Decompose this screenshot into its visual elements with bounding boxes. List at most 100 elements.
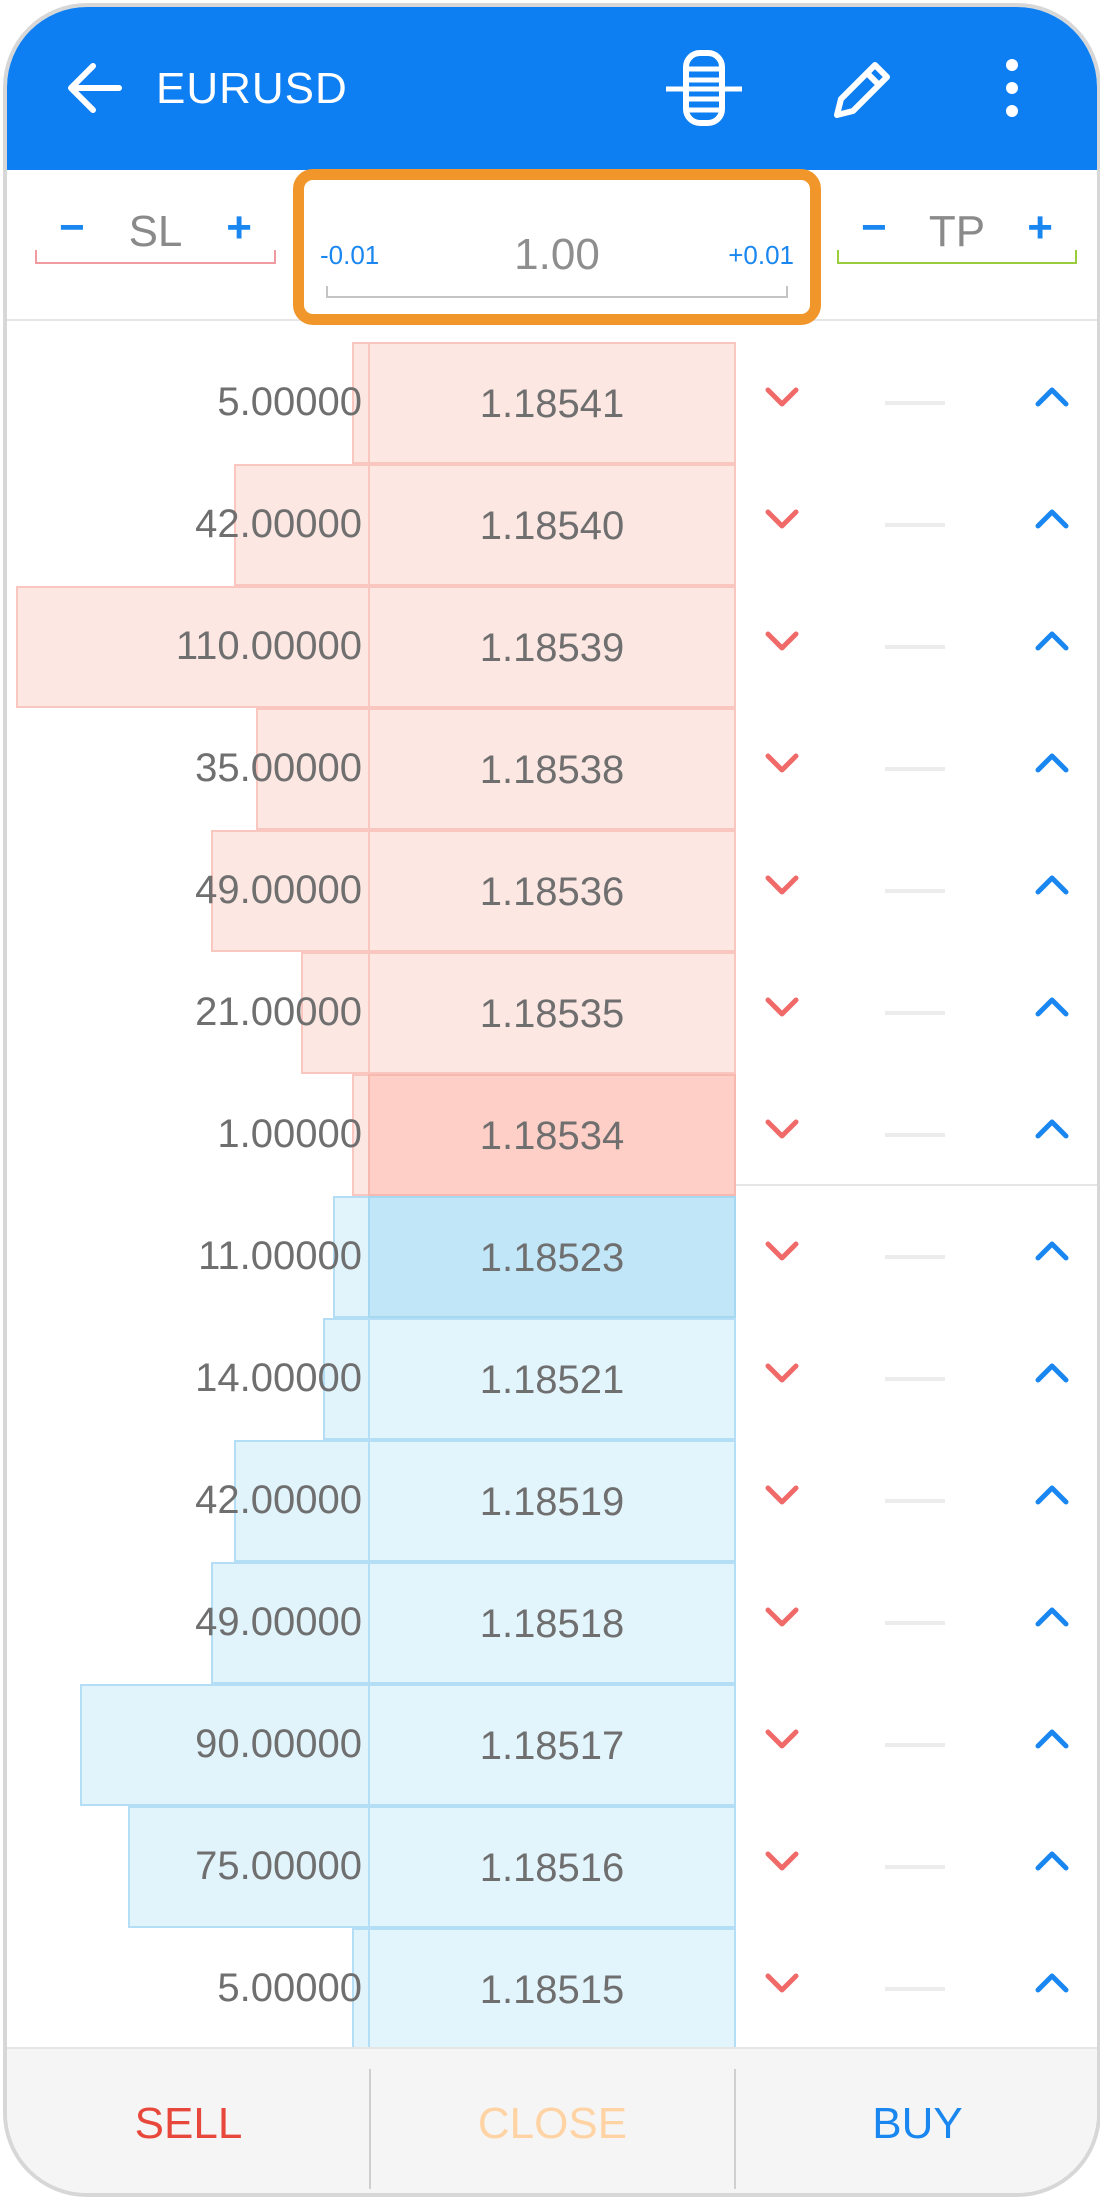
position-dash — [885, 1987, 945, 1991]
ask-row: 1.18541 5.00000 — [7, 342, 1097, 464]
buy-button[interactable]: BUY — [736, 2049, 1097, 2193]
price-level: 1.18540 — [479, 504, 625, 548]
volume-amount: 5.00000 — [217, 1966, 362, 2010]
position-dash — [885, 1865, 945, 1869]
sell-limit-chevron-down-icon[interactable] — [762, 1846, 802, 1876]
volume-amount: 21.00000 — [195, 990, 362, 1034]
sell-limit-chevron-down-icon[interactable] — [762, 1114, 802, 1144]
buy-limit-chevron-up-icon[interactable] — [1032, 1968, 1072, 1998]
price-level: 1.18519 — [479, 1480, 625, 1524]
price-level: 1.18516 — [479, 1846, 625, 1890]
ask-row: 1.18534 1.00000 — [7, 1074, 1097, 1196]
sell-limit-chevron-down-icon[interactable] — [762, 504, 802, 534]
price-level: 1.18539 — [479, 626, 625, 670]
bid-row: 1.18519 42.00000 — [7, 1440, 1097, 1562]
price-level: 1.18521 — [479, 1358, 625, 1402]
sell-limit-chevron-down-icon[interactable] — [762, 1358, 802, 1388]
volume-amount: 1.00000 — [217, 1112, 362, 1156]
position-dash — [885, 1011, 945, 1015]
bid-row: 1.18515 5.00000 — [7, 1928, 1097, 2050]
price-cell: 1.18540 — [368, 464, 736, 586]
price-cell: 1.18536 — [368, 830, 736, 952]
price-cell: 1.18523 — [368, 1196, 736, 1318]
volume-amount: 42.00000 — [195, 502, 362, 546]
position-dash — [885, 645, 945, 649]
volume-amount: 42.00000 — [195, 1478, 362, 1522]
buy-limit-chevron-up-icon[interactable] — [1032, 1480, 1072, 1510]
buy-limit-chevron-up-icon[interactable] — [1032, 870, 1072, 900]
sell-limit-chevron-down-icon[interactable] — [762, 870, 802, 900]
position-dash — [885, 889, 945, 893]
buy-limit-chevron-up-icon[interactable] — [1032, 1846, 1072, 1876]
tp-plus-button[interactable]: + — [1027, 200, 1053, 256]
back-arrow-icon[interactable] — [65, 53, 125, 123]
sell-limit-chevron-down-icon[interactable] — [762, 626, 802, 656]
ask-row: 1.18536 49.00000 — [7, 830, 1097, 952]
position-dash — [885, 523, 945, 527]
symbol-title: EURUSD — [156, 64, 348, 113]
price-cell: 1.18541 — [368, 342, 736, 464]
buy-limit-chevron-up-icon[interactable] — [1032, 992, 1072, 1022]
volume-highlight-box: -0.01 1.00 +0.01 — [293, 169, 821, 325]
volume-amount: 90.00000 — [195, 1722, 362, 1766]
sell-limit-chevron-down-icon[interactable] — [762, 1602, 802, 1632]
buy-limit-chevron-up-icon[interactable] — [1032, 504, 1072, 534]
depth-of-market-icon[interactable] — [664, 47, 744, 129]
price-cell: 1.18518 — [368, 1562, 736, 1684]
price-cell: 1.18521 — [368, 1318, 736, 1440]
buy-limit-chevron-up-icon[interactable] — [1032, 626, 1072, 656]
sell-limit-chevron-down-icon[interactable] — [762, 382, 802, 412]
sl-plus-button[interactable]: + — [226, 200, 252, 256]
bid-row: 1.18521 14.00000 — [7, 1318, 1097, 1440]
close-button[interactable]: CLOSE — [371, 2049, 734, 2193]
price-level: 1.18535 — [479, 992, 625, 1036]
sell-limit-chevron-down-icon[interactable] — [762, 748, 802, 778]
sell-limit-chevron-down-icon[interactable] — [762, 1480, 802, 1510]
sell-limit-chevron-down-icon[interactable] — [762, 1724, 802, 1754]
buy-limit-chevron-up-icon[interactable] — [1032, 1114, 1072, 1144]
sell-limit-chevron-down-icon[interactable] — [762, 992, 802, 1022]
phone-frame: EURUSD − SL + − TP + -0.01 1.00 +0.01 1.… — [3, 3, 1100, 2197]
buy-limit-chevron-up-icon[interactable] — [1032, 382, 1072, 412]
app-header: EURUSD — [7, 7, 1097, 170]
price-cell: 1.18535 — [368, 952, 736, 1074]
price-level: 1.18538 — [479, 748, 625, 792]
price-level: 1.18517 — [479, 1724, 625, 1768]
price-level: 1.18541 — [479, 382, 625, 426]
volume-amount: 35.00000 — [195, 746, 362, 790]
more-vertical-icon[interactable] — [1000, 57, 1024, 119]
price-cell: 1.18515 — [368, 1928, 736, 2050]
depth-of-market-book: 1.18541 5.00000 1.18540 42.00000 1.18539 110.… — [7, 342, 1097, 2050]
price-level: 1.18515 — [479, 1968, 625, 2012]
sell-limit-chevron-down-icon[interactable] — [762, 1236, 802, 1266]
stop-loss-control: − SL + — [35, 200, 276, 264]
price-cell: 1.18519 — [368, 1440, 736, 1562]
position-dash — [885, 1499, 945, 1503]
bid-row: 1.18517 90.00000 — [7, 1684, 1097, 1806]
volume-increase-button[interactable]: +0.01 — [728, 240, 794, 270]
trade-footer: SELL CLOSE BUY — [7, 2047, 1097, 2193]
buy-limit-chevron-up-icon[interactable] — [1032, 1236, 1072, 1266]
volume-amount: 49.00000 — [195, 868, 362, 912]
ask-row: 1.18540 42.00000 — [7, 464, 1097, 586]
price-level: 1.18534 — [479, 1114, 625, 1158]
buy-limit-chevron-up-icon[interactable] — [1032, 748, 1072, 778]
position-dash — [885, 1743, 945, 1747]
bid-row: 1.18523 11.00000 — [7, 1196, 1097, 1318]
buy-limit-chevron-up-icon[interactable] — [1032, 1358, 1072, 1388]
buy-limit-chevron-up-icon[interactable] — [1032, 1602, 1072, 1632]
ask-row: 1.18538 35.00000 — [7, 708, 1097, 830]
sell-button[interactable]: SELL — [7, 2049, 370, 2193]
volume-amount: 75.00000 — [195, 1844, 362, 1888]
price-level: 1.18518 — [479, 1602, 625, 1646]
price-cell: 1.18516 — [368, 1806, 736, 1928]
volume-underline — [326, 286, 788, 298]
buy-limit-chevron-up-icon[interactable] — [1032, 1724, 1072, 1754]
pencil-icon[interactable] — [827, 55, 897, 125]
ask-row: 1.18539 110.00000 — [7, 586, 1097, 708]
sell-limit-chevron-down-icon[interactable] — [762, 1968, 802, 1998]
bid-row: 1.18516 75.00000 — [7, 1806, 1097, 1928]
ask-row: 1.18535 21.00000 — [7, 952, 1097, 1074]
volume-amount: 5.00000 — [217, 380, 362, 424]
position-dash — [885, 401, 945, 405]
